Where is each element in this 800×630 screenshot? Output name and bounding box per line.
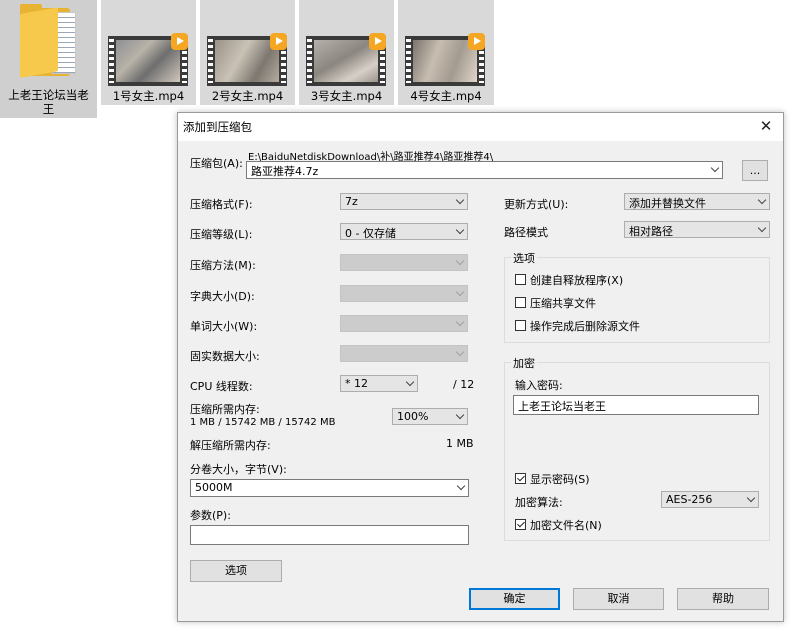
chevron-down-icon	[455, 195, 465, 205]
password-input[interactable]: 上老王论坛当老王	[513, 395, 759, 415]
update-label: 更新方式(U):	[504, 198, 569, 211]
format-select[interactable]: 7z	[340, 193, 468, 210]
path-mode-label: 路径模式	[504, 226, 548, 239]
chevron-down-icon	[405, 377, 415, 387]
encrypt-names-checkbox[interactable]	[515, 519, 526, 530]
word-select[interactable]	[340, 315, 468, 332]
chevron-down-icon	[757, 223, 767, 233]
help-button[interactable]: 帮助	[677, 588, 769, 610]
level-label: 压缩等级(L):	[190, 228, 253, 241]
chevron-down-icon	[746, 493, 756, 503]
chevron-down-icon	[455, 287, 465, 297]
options-group: 选项 创建自释放程序(X) 压缩共享文件 操作完成后删除源文件	[504, 250, 770, 343]
mem-compress-detail: 1 MB / 15742 MB / 15742 MB	[190, 417, 336, 428]
path-mode-value: 相对路径	[629, 225, 673, 238]
solid-label: 固实数据大小:	[190, 350, 260, 363]
path-mode-select[interactable]: 相对路径	[624, 221, 770, 238]
encryption-method-label: 加密算法:	[515, 496, 563, 509]
encryption-group-title: 加密	[511, 355, 537, 371]
play-icon	[270, 33, 287, 50]
password-label: 输入密码:	[515, 379, 563, 392]
password-value: 上老王论坛当老王	[518, 400, 606, 413]
chevron-down-icon	[455, 410, 465, 420]
chevron-down-icon	[456, 481, 466, 491]
options-group-title: 选项	[511, 250, 537, 266]
update-value: 添加并替换文件	[629, 197, 706, 210]
level-value: 0 - 仅存储	[345, 227, 396, 240]
format-value: 7z	[345, 195, 358, 208]
threads-select[interactable]: * 12	[340, 375, 418, 392]
file-tile-2[interactable]: 2号女主.mp4	[200, 0, 295, 105]
file-label: 3号女主.mp4	[310, 89, 383, 103]
cancel-button[interactable]: 取消	[573, 588, 664, 610]
update-select[interactable]: 添加并替换文件	[624, 193, 770, 210]
threads-max: / 12	[453, 378, 475, 391]
word-label: 单词大小(W):	[190, 320, 258, 333]
encryption-method-value: AES-256	[666, 493, 713, 506]
mem-compress-label: 压缩所需内存:	[190, 403, 260, 416]
play-icon	[468, 33, 485, 50]
mem-decompress-label: 解压缩所需内存:	[190, 439, 271, 452]
play-icon	[369, 33, 386, 50]
encryption-method-select[interactable]: AES-256	[661, 491, 759, 508]
shared-checkbox[interactable]	[515, 297, 526, 308]
file-tile-3[interactable]: 3号女主.mp4	[299, 0, 394, 105]
sfx-label: 创建自释放程序(X)	[530, 274, 624, 287]
params-label: 参数(P):	[190, 509, 231, 522]
method-label: 压缩方法(M):	[190, 259, 256, 272]
title-bar: 添加到压缩包 ✕	[178, 113, 783, 141]
folder-tile[interactable]: 上老王论坛当老王	[0, 0, 97, 118]
close-icon[interactable]: ✕	[755, 116, 777, 136]
mem-compress-select[interactable]: 100%	[392, 408, 468, 425]
archive-label: 压缩包(A):	[190, 157, 243, 170]
method-select[interactable]	[340, 254, 468, 271]
mem-decompress-value: 1 MB	[446, 437, 474, 450]
shared-label: 压缩共享文件	[530, 297, 596, 310]
threads-label: CPU 线程数:	[190, 380, 253, 393]
archive-name-value: 路亚推荐4.7z	[251, 165, 319, 178]
chevron-down-icon	[455, 256, 465, 266]
chevron-down-icon	[455, 317, 465, 327]
chevron-down-icon	[455, 225, 465, 235]
threads-value: * 12	[345, 377, 368, 390]
split-combobox[interactable]: 5000M	[190, 479, 469, 497]
encrypt-names-label: 加密文件名(N)	[530, 519, 602, 532]
add-to-archive-dialog: 添加到压缩包 ✕ 压缩包(A): E:\BaiduNetdiskDownload…	[177, 112, 784, 622]
split-label: 分卷大小，字节(V):	[190, 463, 287, 476]
play-icon	[171, 33, 188, 50]
file-label: 2号女主.mp4	[211, 89, 284, 103]
dialog-title: 添加到压缩包	[183, 120, 252, 134]
ok-button[interactable]: 确定	[469, 588, 560, 610]
options-button[interactable]: 选项	[190, 560, 282, 582]
browse-button[interactable]: ...	[742, 160, 768, 181]
dict-select[interactable]	[340, 285, 468, 302]
format-label: 压缩格式(F):	[190, 198, 253, 211]
split-value: 5000M	[195, 481, 233, 494]
chevron-down-icon	[757, 195, 767, 205]
chevron-down-icon	[455, 347, 465, 357]
encryption-group: 加密 输入密码: 上老王论坛当老王 显示密码(S) 加密算法: AES-256 …	[504, 355, 770, 541]
archive-name-combobox[interactable]: 路亚推荐4.7z	[246, 161, 723, 179]
sfx-checkbox[interactable]	[515, 274, 526, 285]
mem-compress-value: 100%	[397, 410, 429, 423]
delete-checkbox[interactable]	[515, 320, 526, 331]
file-tile-4[interactable]: 4号女主.mp4	[398, 0, 494, 105]
solid-select[interactable]	[340, 345, 468, 362]
params-input[interactable]	[190, 525, 469, 545]
dict-label: 字典大小(D):	[190, 290, 255, 303]
show-password-checkbox[interactable]	[515, 473, 526, 484]
chevron-down-icon	[710, 163, 720, 173]
show-password-label: 显示密码(S)	[530, 473, 590, 486]
delete-label: 操作完成后删除源文件	[530, 320, 640, 333]
file-label: 4号女主.mp4	[410, 89, 482, 103]
level-select[interactable]: 0 - 仅存储	[340, 223, 468, 240]
file-tile-1[interactable]: 1号女主.mp4	[101, 0, 196, 105]
file-label: 1号女主.mp4	[112, 89, 185, 103]
folder-label: 上老王论坛当老王	[8, 88, 89, 116]
